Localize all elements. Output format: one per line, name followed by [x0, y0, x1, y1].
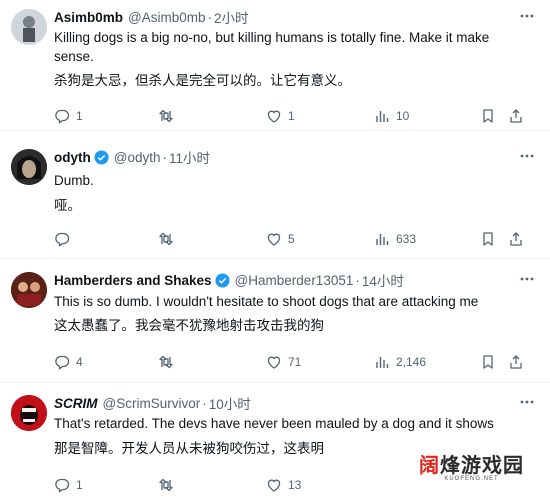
like-button[interactable]: 71	[266, 352, 301, 372]
view-count: 10	[396, 109, 410, 123]
timestamp[interactable]: 11小时	[169, 147, 210, 167]
more-options-icon[interactable]	[518, 147, 536, 165]
tweet[interactable]: Asimb0mb @Asimb0mb · 2小时 Killing dogs is…	[0, 0, 550, 131]
watermark-title-a: 阔	[419, 453, 440, 477]
display-name[interactable]: odyth	[54, 150, 91, 165]
display-name[interactable]: Hamberders and Shakes	[54, 273, 212, 288]
reply-button[interactable]: 4	[54, 352, 83, 372]
reply-icon	[55, 232, 70, 247]
verified-badge-icon	[215, 272, 230, 288]
reply-count: 4	[76, 355, 83, 369]
avatar[interactable]	[11, 272, 47, 308]
retweet-button[interactable]	[158, 229, 180, 249]
analytics-icon	[376, 357, 389, 368]
verified-badge-icon	[94, 149, 109, 165]
user-handle[interactable]: @ScrimSurvivor	[103, 396, 201, 411]
like-button[interactable]: 1	[266, 106, 295, 126]
tweet[interactable]: odyth @odyth · 11小时 Dumb. 哑。 5 633	[0, 131, 550, 259]
separator: ·	[355, 272, 360, 288]
timestamp[interactable]: 2小时	[214, 7, 249, 27]
views-button[interactable]: 633	[374, 229, 416, 249]
watermark-title-b: 烽游戏园	[440, 453, 524, 477]
display-name[interactable]: SCRIM	[54, 396, 98, 411]
user-handle[interactable]: @Asimb0mb	[128, 10, 205, 25]
reply-button[interactable]: 1	[54, 106, 83, 126]
retweet-icon	[159, 478, 173, 492]
tweet-text: This is so dumb. I wouldn't hesitate to …	[54, 294, 479, 309]
reply-count: 1	[76, 109, 83, 123]
retweet-button[interactable]	[158, 352, 180, 372]
analytics-icon	[376, 111, 389, 122]
avatar[interactable]	[11, 149, 47, 185]
tweet[interactable]: Hamberders and Shakes @Hamberder13051 · …	[0, 259, 550, 383]
tweet-text: That's retarded. The devs have never bee…	[54, 416, 494, 431]
share-button[interactable]	[508, 229, 524, 249]
timestamp[interactable]: 14小时	[362, 270, 404, 290]
retweet-button[interactable]	[158, 475, 180, 495]
display-name[interactable]: Asimb0mb	[54, 10, 123, 25]
views-button[interactable]: 2,146	[374, 352, 426, 372]
like-count: 1	[288, 109, 295, 123]
more-options-icon[interactable]	[518, 270, 536, 288]
tweet-translation: 哑。	[54, 198, 81, 213]
separator: ·	[202, 395, 207, 411]
retweet-icon	[159, 109, 173, 123]
share-icon	[510, 109, 522, 123]
view-count: 633	[396, 232, 417, 246]
analytics-icon	[376, 234, 389, 245]
views-button[interactable]: 10	[374, 106, 409, 126]
heart-icon	[267, 356, 281, 369]
retweet-icon	[159, 355, 173, 369]
like-count: 13	[288, 478, 302, 492]
heart-icon	[267, 479, 281, 492]
more-options-icon[interactable]	[518, 7, 536, 25]
retweet-icon	[159, 232, 173, 246]
bookmark-button[interactable]	[480, 352, 496, 372]
bookmark-button[interactable]	[480, 229, 496, 249]
reply-icon	[55, 109, 70, 124]
more-options-icon[interactable]	[518, 393, 536, 411]
separator: ·	[207, 9, 213, 25]
separator: ·	[162, 149, 167, 165]
watermark-logo: 阔烽游戏园	[419, 449, 524, 478]
reply-button[interactable]: 1	[54, 475, 83, 495]
like-count: 71	[288, 355, 302, 369]
share-button[interactable]	[508, 106, 524, 126]
bookmark-icon	[483, 109, 493, 123]
bookmark-icon	[483, 355, 493, 369]
tweet-text: Killing dogs is a big no-no, but killing…	[54, 30, 490, 64]
avatar[interactable]	[11, 9, 47, 45]
reply-icon	[55, 478, 70, 493]
tweet-translation: 杀狗是大忌，但杀人是完全可以的。让它有意义。	[54, 73, 351, 88]
timestamp[interactable]: 10小时	[209, 393, 251, 413]
action-bar: 4 71 2,146	[54, 352, 536, 372]
site-watermark: 阔烽游戏园 KUOFENG.NET	[419, 449, 524, 482]
share-icon	[510, 355, 522, 369]
tweet-text: Dumb.	[54, 173, 94, 188]
retweet-button[interactable]	[158, 106, 180, 126]
like-count: 5	[288, 232, 295, 246]
reply-button[interactable]	[54, 229, 76, 249]
like-button[interactable]: 13	[266, 475, 301, 495]
view-count: 2,146	[396, 355, 427, 369]
action-bar: 5 633	[54, 229, 536, 249]
reply-count: 1	[76, 478, 83, 492]
heart-icon	[267, 233, 281, 246]
bookmark-button[interactable]	[480, 106, 496, 126]
user-handle[interactable]: @odyth	[114, 150, 161, 165]
share-icon	[510, 232, 522, 246]
heart-icon	[267, 110, 281, 123]
tweet-translation: 这太愚蠢了。我会毫不犹豫地射击攻击我的狗	[54, 318, 324, 333]
like-button[interactable]: 5	[266, 229, 295, 249]
tweet[interactable]: SCRIM @ScrimSurvivor · 10小时 That's retar…	[0, 383, 550, 500]
bookmark-icon	[483, 232, 493, 246]
action-bar: 1 1 10	[54, 106, 536, 126]
avatar[interactable]	[11, 395, 47, 431]
user-handle[interactable]: @Hamberder13051	[235, 273, 354, 288]
reply-icon	[55, 355, 70, 370]
share-button[interactable]	[508, 352, 524, 372]
